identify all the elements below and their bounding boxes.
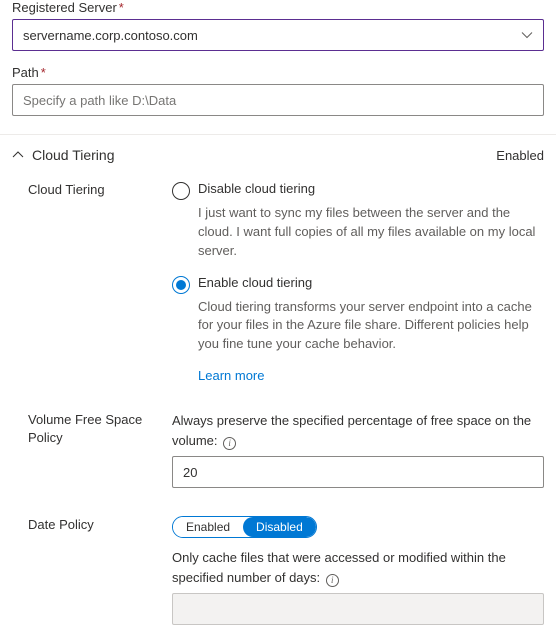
learn-more-link[interactable]: Learn more — [198, 368, 264, 383]
chevron-up-icon — [12, 149, 24, 161]
info-icon[interactable]: i — [326, 574, 339, 587]
path-input[interactable] — [12, 84, 544, 116]
path-label: Path* — [12, 65, 544, 80]
info-icon[interactable]: i — [223, 437, 236, 450]
disable-cloud-tiering-radio[interactable] — [172, 182, 190, 200]
disable-cloud-tiering-desc: I just want to sync my files between the… — [198, 204, 544, 261]
date-policy-toggle: Enabled Disabled — [172, 516, 317, 538]
date-policy-enabled-option[interactable]: Enabled — [173, 517, 243, 537]
section-title: Cloud Tiering — [32, 147, 115, 163]
section-status: Enabled — [496, 148, 544, 163]
date-policy-input — [172, 593, 544, 625]
volume-policy-help: Always preserve the specified percentage… — [172, 411, 544, 450]
cloud-tiering-label: Cloud Tiering — [12, 181, 172, 383]
disable-cloud-tiering-label[interactable]: Disable cloud tiering — [198, 181, 315, 196]
date-policy-label: Date Policy — [12, 516, 172, 625]
cloud-tiering-section-header[interactable]: Cloud Tiering Enabled — [12, 135, 544, 181]
registered-server-select[interactable]: servername.corp.contoso.com — [12, 19, 544, 51]
date-policy-disabled-option[interactable]: Disabled — [243, 517, 316, 537]
enable-cloud-tiering-radio[interactable] — [172, 276, 190, 294]
enable-cloud-tiering-label[interactable]: Enable cloud tiering — [198, 275, 312, 290]
registered-server-value: servername.corp.contoso.com — [23, 28, 198, 43]
volume-policy-input[interactable] — [172, 456, 544, 488]
volume-policy-label: Volume Free Space Policy — [12, 411, 172, 488]
date-policy-help: Only cache files that were accessed or m… — [172, 548, 544, 587]
registered-server-label: Registered Server* — [12, 0, 544, 15]
chevron-down-icon — [521, 29, 533, 41]
enable-cloud-tiering-desc: Cloud tiering transforms your server end… — [198, 298, 544, 355]
